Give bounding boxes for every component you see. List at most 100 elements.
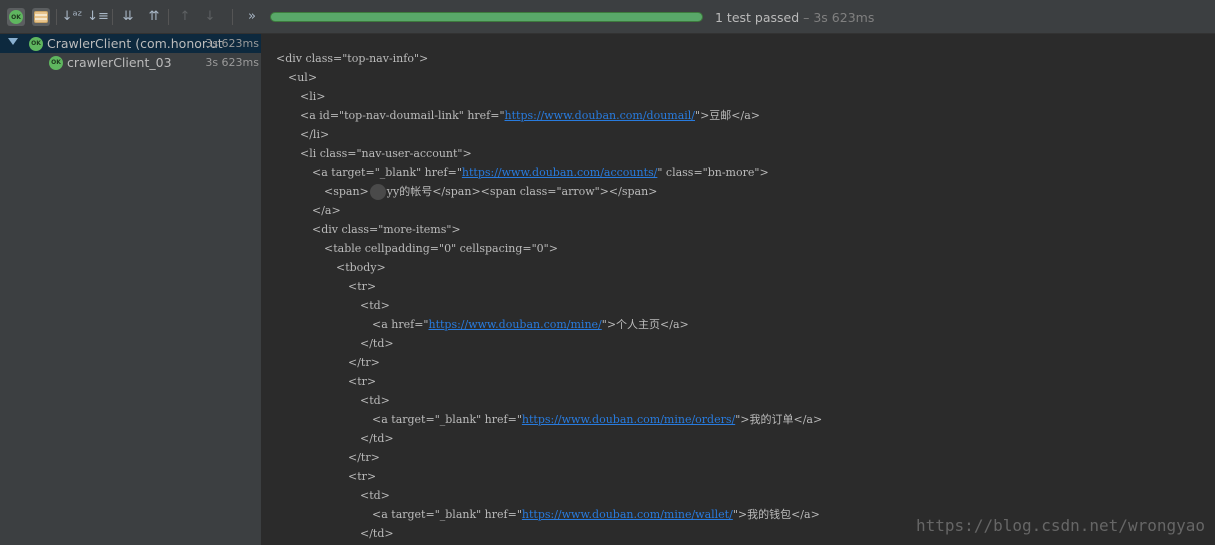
toolbar-separator bbox=[168, 9, 169, 25]
console-line: </td> bbox=[360, 429, 394, 448]
sort-duration-button[interactable]: ↓≡ bbox=[87, 8, 109, 26]
console-text: <td> bbox=[360, 394, 390, 407]
toolbar-separator bbox=[56, 9, 57, 25]
test-duration: 3s 623ms bbox=[205, 37, 259, 50]
console-line: </a> bbox=[312, 201, 341, 220]
test-progress-fill bbox=[271, 13, 702, 21]
console-line: <a target="_blank" href="https://www.dou… bbox=[372, 410, 822, 429]
expand-all-button[interactable]: ⇊ bbox=[119, 8, 137, 26]
console-text: </td> bbox=[360, 432, 394, 445]
console-link[interactable]: https://www.douban.com/doumail/ bbox=[505, 109, 696, 122]
console-line: </td> bbox=[360, 524, 394, 543]
console-line: <div class="top-nav-info"> bbox=[276, 49, 428, 68]
prev-failed-button[interactable]: ↑ bbox=[176, 8, 194, 26]
next-failed-button[interactable]: ↓ bbox=[201, 8, 219, 26]
console-link[interactable]: https://www.douban.com/mine/ bbox=[428, 318, 601, 331]
arrow-down-icon: ↓ bbox=[204, 9, 216, 24]
console-line: <tr> bbox=[348, 277, 376, 296]
console-text: <td> bbox=[360, 489, 390, 502]
console-line: <tbody> bbox=[336, 258, 386, 277]
toolbar-separator bbox=[112, 9, 113, 25]
console-output[interactable]: <div class="top-nav-info"> <ul> <li> <a id=… bbox=[262, 34, 1215, 545]
console-text: </td> bbox=[360, 337, 394, 350]
double-chevron-right-icon: » bbox=[248, 9, 256, 24]
console-link[interactable]: https://www.douban.com/mine/orders/ bbox=[522, 413, 735, 426]
console-text: ">我的订单</a> bbox=[735, 413, 823, 426]
console-line: </tr> bbox=[348, 353, 380, 372]
console-text: </li> bbox=[300, 128, 330, 141]
test-tree-root-row[interactable]: OK CrawlerClient (com.honor.ut 3s 623ms bbox=[0, 34, 261, 53]
console-line: <li> bbox=[300, 87, 325, 106]
console-link[interactable]: https://www.douban.com/accounts/ bbox=[462, 166, 657, 179]
stack-icon bbox=[34, 11, 48, 23]
console-text: <ul> bbox=[288, 71, 318, 84]
ok-badge-icon: OK bbox=[49, 55, 63, 70]
console-line: <a target="_blank" href="https://www.dou… bbox=[372, 505, 820, 524]
status-time: – 3s 623ms bbox=[799, 10, 875, 25]
test-status-text: 1 test passed – 3s 623ms bbox=[715, 10, 874, 25]
console-text: <span> bbox=[324, 185, 369, 198]
show-ignored-button[interactable] bbox=[32, 8, 50, 26]
expand-all-icon: ⇊ bbox=[122, 9, 134, 24]
console-text: <tr> bbox=[348, 470, 377, 483]
expand-arrow-icon[interactable] bbox=[8, 38, 18, 45]
console-text: " class="bn-more"> bbox=[657, 166, 769, 179]
console-text: <tbody> bbox=[336, 261, 386, 274]
collapse-all-icon: ⇈ bbox=[148, 9, 160, 24]
arrow-up-icon: ↑ bbox=[179, 9, 191, 24]
more-button[interactable]: » bbox=[243, 8, 261, 26]
ok-badge-icon: OK bbox=[29, 36, 43, 51]
status-passed: 1 test passed bbox=[715, 10, 800, 25]
console-text: yy的帐号</span><span class="arrow"></span> bbox=[386, 185, 658, 198]
console-text: </tr> bbox=[348, 451, 380, 464]
sort-alphabetically-icon: ↓ᵃᶻ bbox=[61, 9, 83, 24]
console-text: ">豆邮</a> bbox=[695, 109, 760, 122]
console-line: <td> bbox=[360, 391, 390, 410]
console-text: <a id="top-nav-doumail-link" href=" bbox=[300, 109, 505, 122]
test-class-label: CrawlerClient (com.honor.ut bbox=[47, 36, 223, 51]
test-duration: 3s 623ms bbox=[205, 56, 259, 69]
console-line: </li> bbox=[300, 125, 329, 144]
console-line: <a target="_blank" href="https://www.dou… bbox=[312, 163, 769, 182]
console-text: ">个人主页</a> bbox=[601, 318, 689, 331]
console-line: <tr> bbox=[348, 372, 376, 391]
console-text: </td> bbox=[360, 527, 394, 540]
collapse-all-button[interactable]: ⇈ bbox=[145, 8, 163, 26]
console-text: <tr> bbox=[348, 280, 377, 293]
console-line: <a href="https://www.douban.com/mine/">个… bbox=[372, 315, 689, 334]
console-text: <a target="_blank" href=" bbox=[372, 413, 522, 426]
console-line: <li class="nav-user-account"> bbox=[300, 144, 472, 163]
console-text: <a href=" bbox=[372, 318, 429, 331]
console-line: <div class="more-items"> bbox=[312, 220, 461, 239]
console-line: <table cellpadding="0" cellspacing="0"> bbox=[324, 239, 558, 258]
toolbar-separator bbox=[232, 9, 233, 25]
console-text: <tr> bbox=[348, 375, 377, 388]
show-passed-button[interactable]: OK bbox=[7, 8, 25, 26]
redaction-blur bbox=[369, 184, 386, 200]
test-progress-bar bbox=[270, 12, 703, 22]
console-text: <li class="nav-user-account"> bbox=[300, 147, 472, 160]
console-text: ">我的钱包</a> bbox=[732, 508, 820, 521]
ok-badge-icon: OK bbox=[9, 10, 23, 24]
console-text: <a target="_blank" href=" bbox=[312, 166, 462, 179]
sort-by-duration-icon: ↓≡ bbox=[87, 9, 109, 24]
console-line: </tr> bbox=[348, 448, 380, 467]
console-text: <td> bbox=[360, 299, 390, 312]
console-line: <span> yy的帐号</span><span class="arrow"></… bbox=[324, 182, 657, 201]
console-line: <td> bbox=[360, 486, 390, 505]
console-text: </a> bbox=[312, 204, 341, 217]
sort-alpha-button[interactable]: ↓ᵃᶻ bbox=[61, 8, 83, 26]
console-text: <a target="_blank" href=" bbox=[372, 508, 522, 521]
console-text: <li> bbox=[300, 90, 326, 103]
console-line: </td> bbox=[360, 334, 394, 353]
console-line: <ul> bbox=[288, 68, 317, 87]
console-text: </tr> bbox=[348, 356, 380, 369]
console-text: <div class="top-nav-info"> bbox=[276, 52, 429, 65]
test-tree-panel: OK CrawlerClient (com.honor.ut 3s 623ms … bbox=[0, 34, 261, 545]
console-link[interactable]: https://www.douban.com/mine/wallet/ bbox=[522, 508, 733, 521]
console-line: <td> bbox=[360, 296, 390, 315]
test-tree-child-row[interactable]: OK crawlerClient_03 3s 623ms bbox=[0, 53, 261, 72]
console-line: <tr> bbox=[348, 467, 376, 486]
watermark: https://blog.csdn.net/wrongyao bbox=[916, 516, 1205, 535]
test-runner-toolbar: OK ↓ᵃᶻ ↓≡ ⇊ ⇈ ↑ ↓ » 1 test passed – 3s 623ms bbox=[0, 0, 1215, 34]
